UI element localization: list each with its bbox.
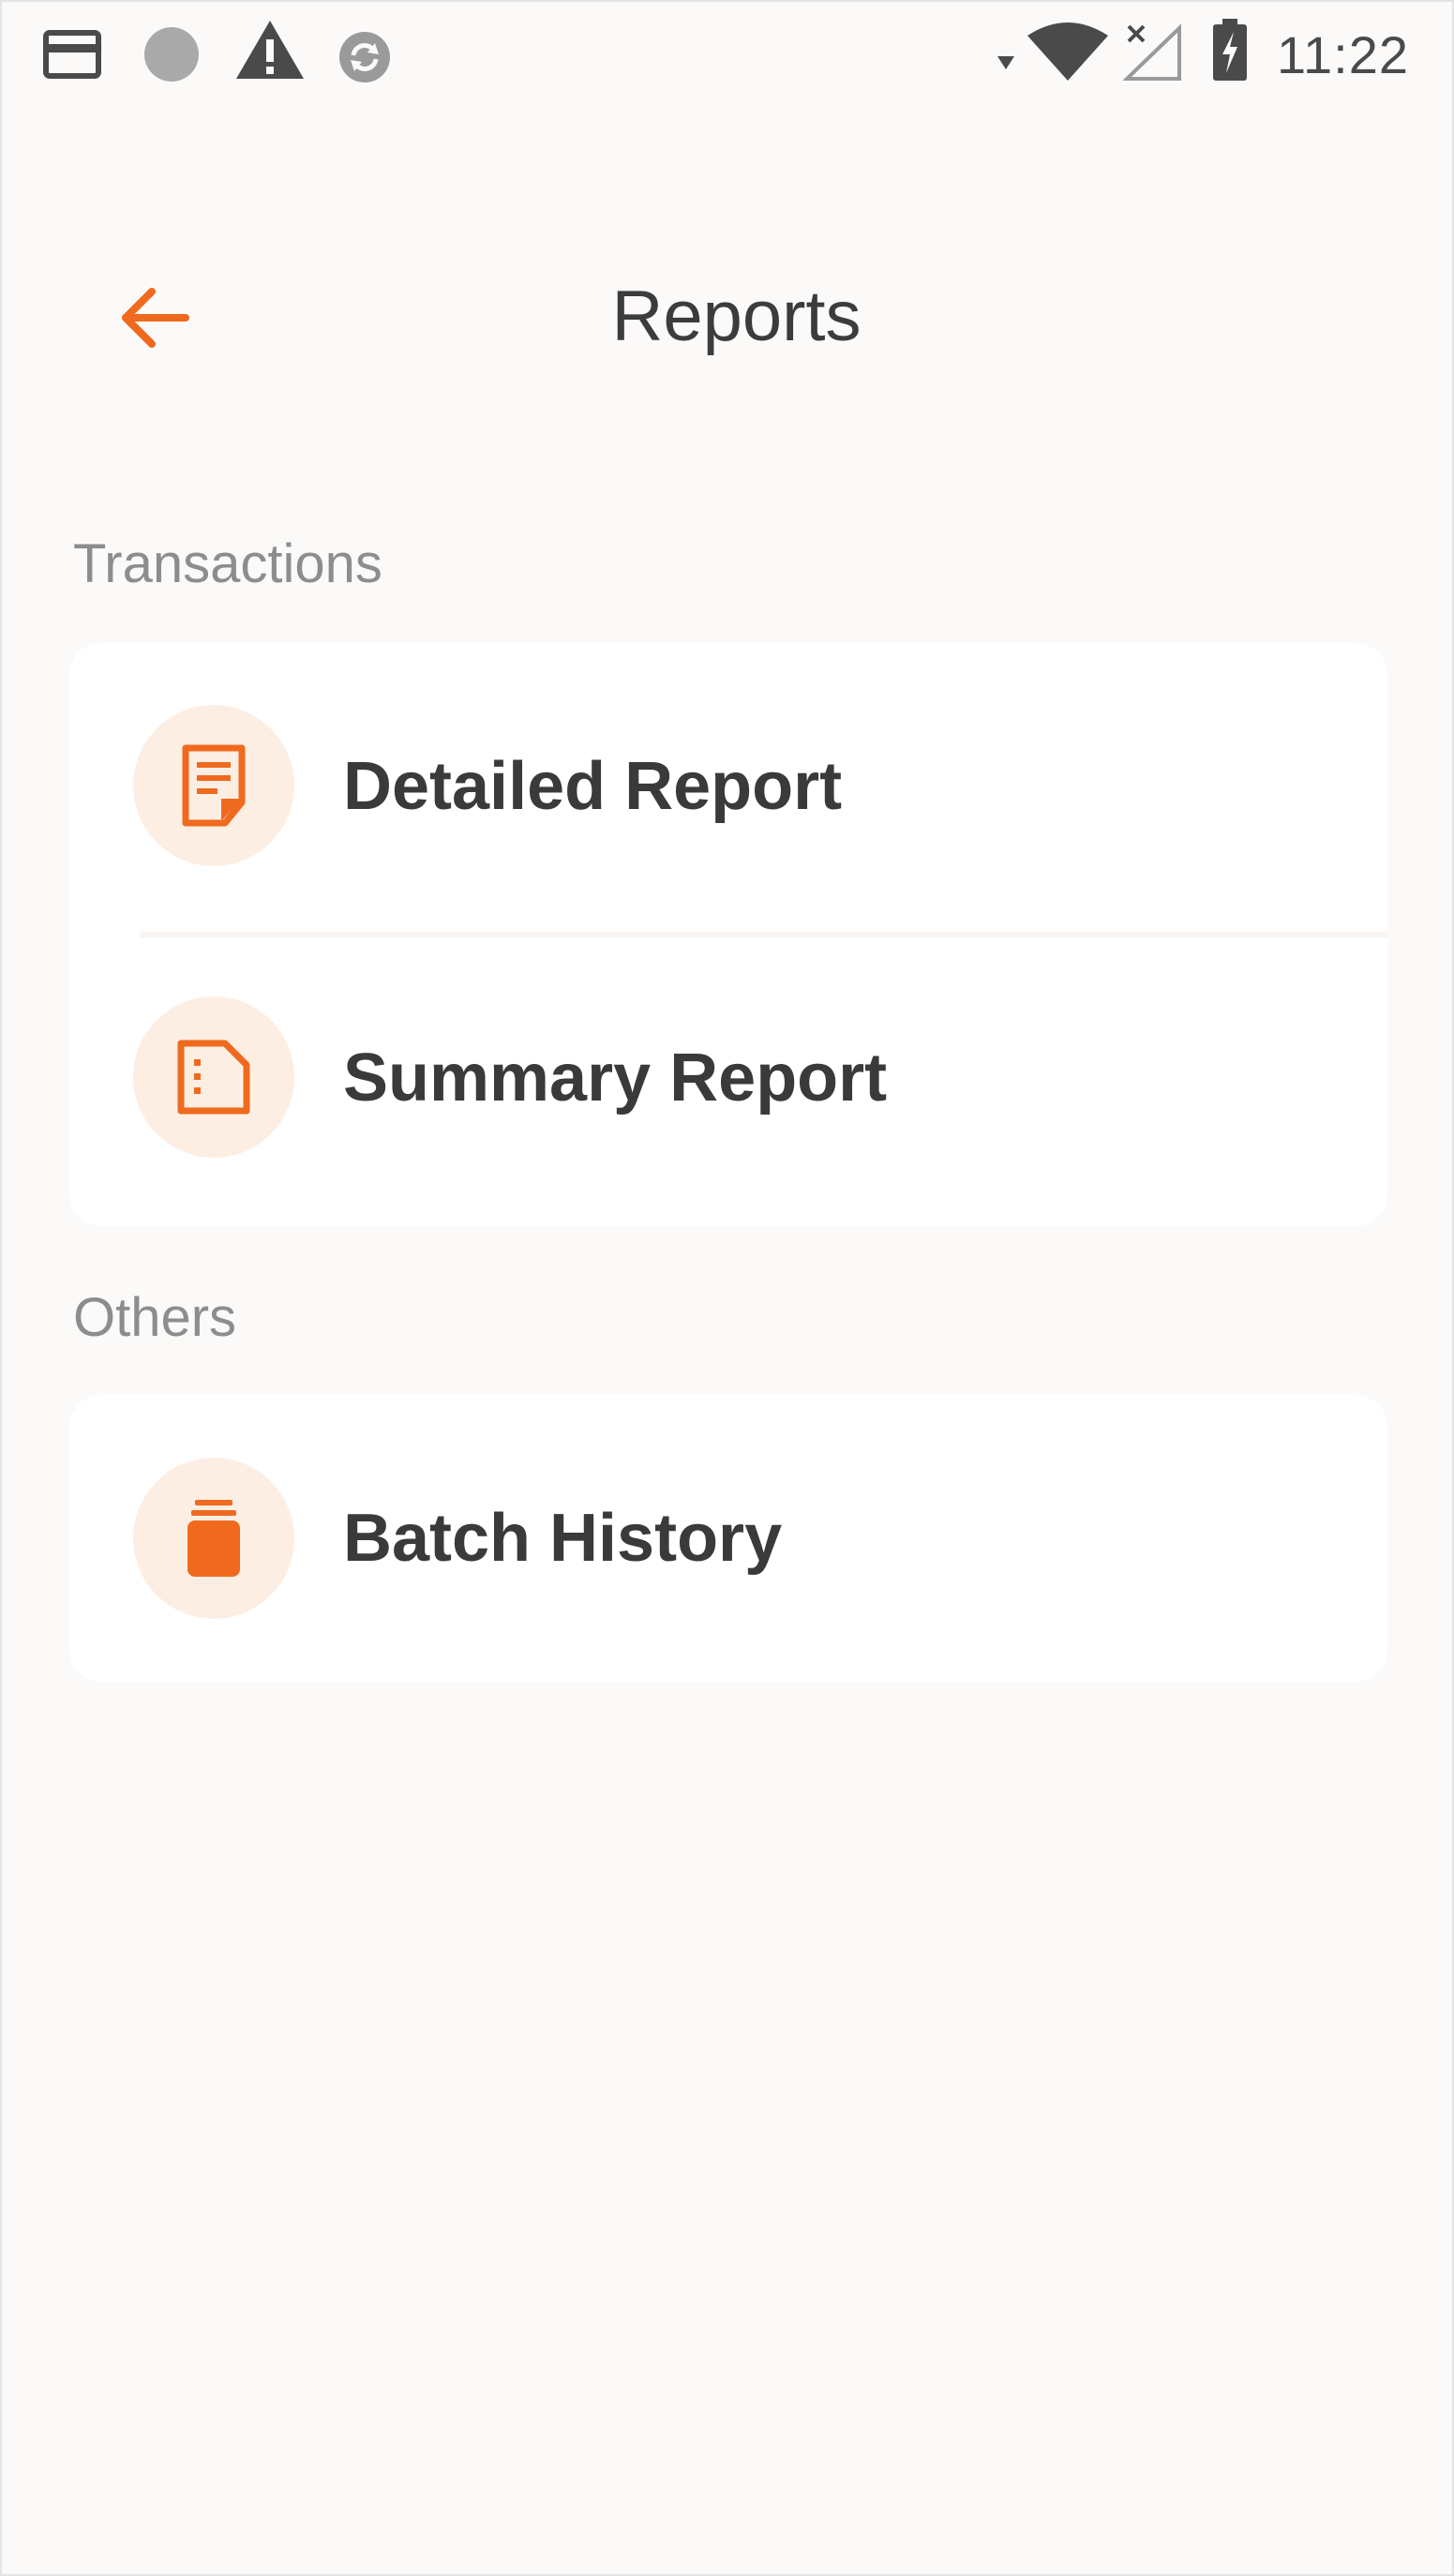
list-item-summary-report[interactable]: Summary Report xyxy=(69,935,1387,1226)
list-item-label: Batch History xyxy=(343,1501,783,1576)
detailed-report-icon xyxy=(133,705,294,866)
card-notification-icon xyxy=(43,30,101,83)
transactions-card: Detailed Report Summary Report xyxy=(69,643,1387,1226)
warning-icon xyxy=(234,19,306,85)
section-label-transactions: Transactions xyxy=(73,533,382,594)
battery-charging-icon xyxy=(1211,19,1249,87)
screen: 11:22 Reports Transactions Detailed Repo… xyxy=(0,0,1454,2576)
list-item-label: Summary Report xyxy=(343,1041,888,1116)
wifi-icon xyxy=(1026,22,1110,87)
list-item-label: Detailed Report xyxy=(343,749,843,824)
status-bar: 11:22 xyxy=(2,2,1452,107)
others-card: Batch History xyxy=(69,1395,1387,1682)
status-time: 11:22 xyxy=(1277,25,1409,84)
circle-notification-icon xyxy=(142,25,201,88)
wifi-activity-icon xyxy=(996,54,1016,76)
summary-report-icon xyxy=(133,996,294,1158)
list-item-batch-history[interactable]: Batch History xyxy=(69,1395,1387,1682)
sync-icon xyxy=(337,30,392,89)
page-title: Reports xyxy=(611,277,862,356)
no-signal-icon xyxy=(1122,22,1183,87)
list-item-detailed-report[interactable]: Detailed Report xyxy=(69,643,1387,935)
batch-history-icon xyxy=(133,1458,294,1619)
section-label-others: Others xyxy=(73,1287,237,1348)
